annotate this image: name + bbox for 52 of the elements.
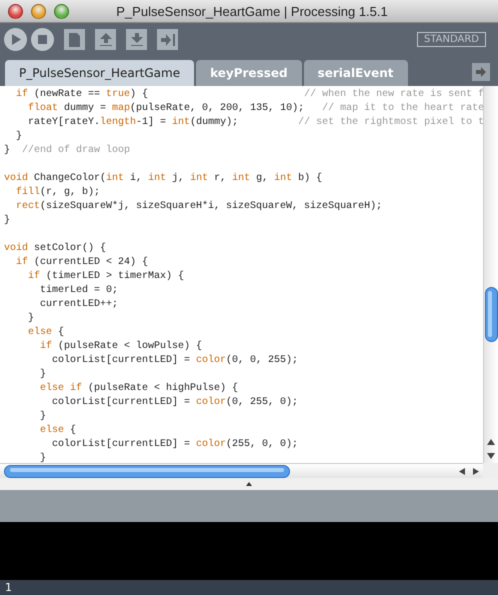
stop-icon	[38, 35, 47, 44]
arrow-right-icon	[476, 67, 486, 77]
code-line: float dummy = map(pulseRate, 0, 200, 135, 10); // map it to the heart rate	[27, 102, 483, 116]
code-editor[interactable]	[0, 86, 498, 478]
divider-handle-icon[interactable]	[246, 482, 252, 486]
code-line: } //end of draw loop	[4, 144, 132, 158]
run-button[interactable]	[4, 28, 27, 51]
tab-menu-button[interactable]	[472, 63, 490, 81]
document-icon	[69, 32, 80, 46]
code-line: }	[39, 452, 48, 463]
window-title: P_PulseSensor_HeartGame | Processing 1.5.1	[115, 4, 389, 18]
code-line: void ChangeColor(int i, int j, int r, int g, int b) {	[4, 172, 324, 186]
upload-icon	[100, 33, 112, 46]
code-line: timerLed = 0;	[39, 284, 120, 298]
export-button[interactable]	[157, 29, 178, 50]
code-line: }	[27, 312, 36, 326]
code-line: void setColor() {	[4, 242, 108, 256]
code-line: colorList[currentLED] = color(255, 0, 0);	[51, 438, 300, 452]
save-button[interactable]	[126, 29, 147, 50]
play-icon	[10, 34, 20, 45]
code-line: currentLED++;	[39, 298, 120, 312]
stop-button[interactable]	[31, 28, 54, 51]
code-line: else {	[39, 424, 78, 438]
code-line: else if (pulseRate < highPulse) {	[39, 382, 240, 396]
scroll-thumb[interactable]	[4, 464, 290, 478]
mode-button[interactable]: STANDARD	[416, 32, 486, 47]
close-button[interactable]	[8, 4, 23, 18]
code-line: }	[39, 410, 48, 424]
tab[interactable]: keyPressed	[196, 60, 302, 86]
code-line: }	[4, 214, 12, 228]
zoom-button[interactable]	[54, 4, 69, 18]
export-icon	[160, 34, 174, 46]
tab[interactable]: P_PulseSensor_HeartGame	[5, 60, 194, 86]
code-line: if (pulseRate < lowPulse) {	[39, 340, 204, 354]
code-line: else {	[27, 326, 66, 340]
code-line: fill(r, g, b);	[15, 186, 102, 200]
minimize-button[interactable]	[31, 4, 46, 18]
code-line: rect(sizeSquareW*j, sizeSquareH*i, sizeSquareW, sizeSquareH);	[15, 200, 384, 214]
code-line: colorList[currentLED] = color(0, 255, 0);	[51, 396, 300, 410]
scroll-thumb[interactable]	[484, 286, 498, 342]
tab[interactable]: serialEvent	[304, 60, 408, 86]
new-button[interactable]	[64, 29, 85, 50]
code-line: if (currentLED < 24) {	[15, 256, 150, 270]
open-button[interactable]	[95, 29, 116, 50]
code-line: }	[39, 368, 48, 382]
line-number: 1	[5, 581, 12, 594]
download-icon	[130, 33, 142, 46]
code-line: if (timerLED > timerMax) {	[27, 270, 186, 284]
code-line: if (newRate == true) { // when the new rate is sent f	[15, 88, 483, 102]
code-line: }	[15, 130, 24, 144]
code-line: rateY[rateY.length-1] = int(dummy); // set the rightmost pixel to t	[27, 116, 483, 130]
code-line: colorList[currentLED] = color(0, 0, 255);	[51, 354, 300, 368]
